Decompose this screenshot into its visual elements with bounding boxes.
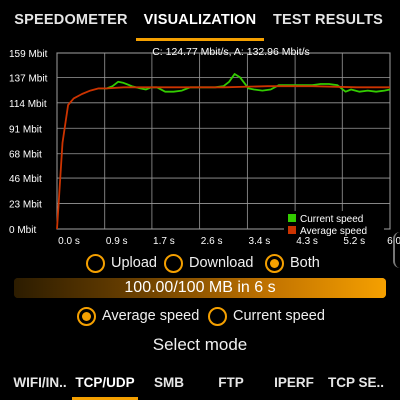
x-tick-label: 1.7 s [153, 236, 175, 247]
speed-chart: 159 Mbit 137 Mbit 114 Mbit 91 Mbit 68 Mbit 46… [0, 42, 400, 250]
legend-label: Current speed [300, 214, 363, 225]
tab-tcp-server[interactable]: TCP SE.. [324, 370, 388, 394]
tab-tcp-udp[interactable]: TCP/UDP [72, 370, 138, 394]
direction-radio-group: Upload Download Both [0, 251, 400, 275]
y-axis-ticks: 159 Mbit 137 Mbit 114 Mbit 91 Mbit 68 Mbit 46… [9, 49, 48, 236]
y-tick-label: 23 Mbit [9, 200, 42, 211]
y-tick-label: 91 Mbit [9, 124, 42, 135]
radio-download-label: Download [189, 255, 254, 271]
radio-average-speed-label: Average speed [102, 308, 200, 324]
tab-ftp[interactable]: FTP [208, 370, 254, 394]
radio-checked-icon [77, 306, 96, 326]
progress-bar: 100.00/100 MB in 6 s [14, 278, 386, 298]
progress-text: 100.00/100 MB in 6 s [124, 279, 276, 296]
radio-current-speed[interactable]: Current speed [208, 304, 325, 328]
tab-wifi-internet[interactable]: WIFI/IN.. [6, 370, 74, 394]
x-tick-label: 2.6 s [201, 236, 223, 247]
tab-iperf[interactable]: IPERF [266, 370, 322, 394]
radio-circle-icon [208, 306, 227, 326]
top-tab-bar: SPEEDOMETER VISUALIZATION TEST RESULTS [0, 0, 400, 42]
tab-speedometer[interactable]: SPEEDOMETER [4, 0, 138, 40]
radio-upload-label: Upload [111, 255, 157, 271]
x-tick-label: 5.2 s [343, 236, 365, 247]
y-tick-label: 46 Mbit [9, 174, 42, 185]
x-tick-label: 4.3 s [296, 236, 318, 247]
plot-frame [56, 52, 391, 230]
radio-download[interactable]: Download [164, 251, 254, 275]
series-line-average-speed [56, 85, 390, 230]
y-tick-label: 159 Mbit [9, 49, 48, 60]
y-tick-label: 68 Mbit [9, 150, 42, 161]
speed-chart-svg: 159 Mbit 137 Mbit 114 Mbit 91 Mbit 68 Mbit 46… [9, 46, 400, 247]
chart-series [56, 73, 391, 230]
radio-both[interactable]: Both [265, 251, 320, 275]
radio-current-speed-label: Current speed [233, 308, 325, 324]
x-tick-label: 0.9 s [106, 236, 128, 247]
select-mode-label: Select mode [152, 335, 248, 354]
radio-average-speed[interactable]: Average speed [77, 304, 199, 328]
radio-circle-icon [86, 253, 105, 273]
legend-label: Average speed [300, 226, 367, 237]
radio-circle-icon [164, 253, 183, 273]
tab-test-results[interactable]: TEST RESULTS [266, 0, 390, 40]
speed-radio-group: Average speed Current speed [0, 304, 400, 328]
mode-tab-bar: WIFI/IN.. TCP/UDP SMB FTP IPERF TCP SE.. [0, 366, 400, 400]
y-tick-label: 114 Mbit [9, 99, 47, 110]
radio-upload[interactable]: Upload [86, 251, 157, 275]
series-line-current-speed [98, 73, 391, 93]
y-tick-label: 137 Mbit [9, 73, 48, 84]
chart-header: C: 124.77 Mbit/s, A: 132.96 Mbit/s [152, 46, 310, 58]
active-tab-indicator [136, 38, 264, 41]
y-tick-label: 0 Mbit [9, 225, 36, 236]
x-tick-label: 3.4 s [249, 236, 271, 247]
legend-swatch [288, 214, 296, 222]
tab-smb[interactable]: SMB [146, 370, 192, 394]
tab-visualization[interactable]: VISUALIZATION [136, 0, 264, 40]
radio-both-label: Both [290, 255, 320, 271]
x-axis-ticks: 0.0 s0.9 s1.7 s2.6 s3.4 s4.3 s5.2 s6.0 s [58, 236, 400, 247]
chart-legend: Current speedAverage speed [284, 211, 384, 237]
radio-checked-icon [265, 253, 284, 273]
legend-swatch [288, 226, 296, 234]
chart-grid [56, 52, 391, 230]
x-tick-label: 0.0 s [58, 236, 80, 247]
